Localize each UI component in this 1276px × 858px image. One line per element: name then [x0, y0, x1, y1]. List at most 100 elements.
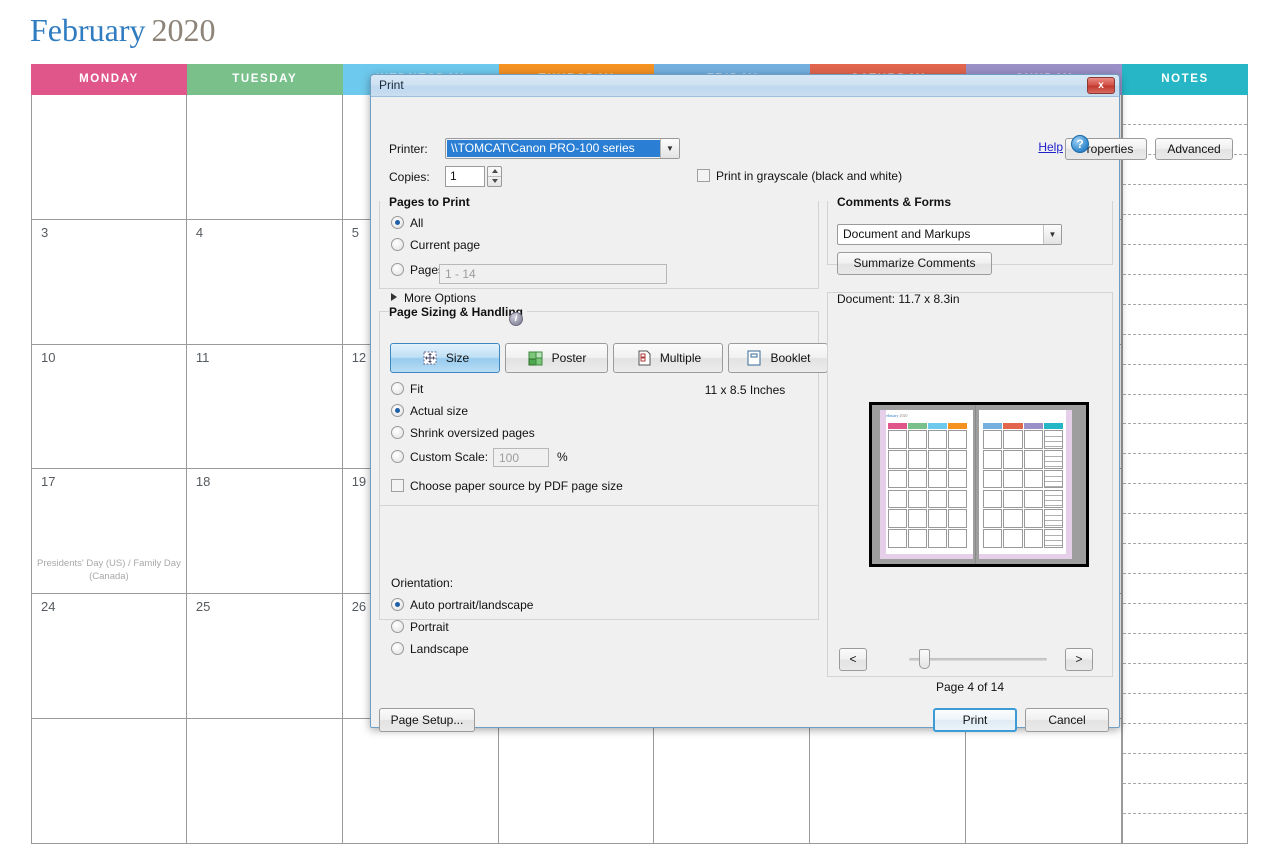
- grayscale-checkbox[interactable]: [697, 169, 710, 182]
- paper-source-checkbox-row[interactable]: Choose paper source by PDF page size: [391, 479, 623, 493]
- page-setup-button[interactable]: Page Setup...: [379, 708, 475, 732]
- calendar-day-cell[interactable]: 11: [186, 344, 343, 470]
- calendar-day-cell[interactable]: 4: [186, 219, 343, 345]
- chevron-down-icon[interactable]: ▼: [660, 139, 679, 158]
- radio-portrait[interactable]: [391, 620, 404, 633]
- notes-line[interactable]: [1123, 305, 1247, 335]
- calendar-day-cell[interactable]: 17 Presidents' Day (US) / Family Day (Can…: [31, 469, 187, 595]
- radio-landscape[interactable]: [391, 642, 404, 655]
- notes-line[interactable]: [1123, 784, 1247, 814]
- preview-day-cell: [983, 469, 1003, 489]
- calendar-day-cell[interactable]: [186, 719, 343, 844]
- calendar-day-cell[interactable]: [498, 719, 655, 844]
- calendar-day-cell[interactable]: [966, 719, 1122, 844]
- printer-select[interactable]: \\TOMCAT\Canon PRO-100 series ▼: [445, 138, 680, 159]
- notes-line[interactable]: [1123, 424, 1247, 455]
- calendar-day-cell[interactable]: [654, 719, 811, 844]
- poster-button[interactable]: Poster: [505, 343, 608, 373]
- orientation-option-portrait[interactable]: Portrait: [391, 620, 449, 634]
- notes-line[interactable]: [1123, 275, 1247, 305]
- calendar-day-cell[interactable]: 18: [186, 469, 343, 595]
- notes-lines[interactable]: [1122, 95, 1248, 844]
- calendar-day-cell[interactable]: 10: [31, 344, 187, 470]
- help-icon[interactable]: ?: [1071, 135, 1089, 153]
- booklet-icon: [745, 349, 763, 367]
- notes-line[interactable]: [1123, 454, 1247, 485]
- notes-line[interactable]: [1123, 514, 1247, 545]
- calendar-day-cell[interactable]: [810, 719, 967, 844]
- preview-prev-button[interactable]: <: [839, 648, 867, 671]
- notes-line[interactable]: [1123, 664, 1247, 695]
- calendar-day-cell[interactable]: 24: [31, 594, 187, 720]
- copies-stepper[interactable]: [487, 166, 502, 187]
- comments-forms-select[interactable]: Document and Markups ▼: [837, 224, 1062, 245]
- preview-next-button[interactable]: >: [1065, 648, 1093, 671]
- more-options-toggle[interactable]: More Options: [391, 291, 476, 305]
- notes-line[interactable]: [1123, 814, 1247, 843]
- preview-notes-line: [1044, 515, 1062, 517]
- preview-day-cell: [928, 509, 947, 529]
- notes-line[interactable]: [1123, 754, 1247, 784]
- notes-line[interactable]: [1123, 484, 1247, 515]
- pages-option-pages[interactable]: Pages: [391, 263, 444, 277]
- grayscale-checkbox-row[interactable]: Print in grayscale (black and white): [697, 169, 902, 183]
- notes-line[interactable]: [1123, 724, 1247, 754]
- sizing-option-actual-size[interactable]: Actual size: [391, 404, 468, 418]
- pages-option-current[interactable]: Current page: [391, 238, 480, 252]
- summarize-comments-button[interactable]: Summarize Comments: [837, 252, 992, 275]
- radio-pages[interactable]: [391, 263, 404, 276]
- preview-day-cell: [888, 469, 907, 489]
- calendar-day-cell[interactable]: 25: [186, 594, 343, 720]
- calendar-day-cell[interactable]: [342, 719, 499, 844]
- notes-line[interactable]: [1123, 335, 1247, 365]
- orientation-option-auto[interactable]: Auto portrait/landscape: [391, 598, 533, 612]
- pages-range-input[interactable]: 1 - 14: [439, 264, 667, 284]
- calendar-day-cell[interactable]: [31, 719, 187, 844]
- copies-input[interactable]: 1: [445, 166, 485, 187]
- advanced-button[interactable]: Advanced: [1155, 138, 1233, 160]
- radio-shrink-oversized[interactable]: [391, 426, 404, 439]
- radio-actual-size[interactable]: [391, 404, 404, 417]
- info-icon[interactable]: i: [509, 312, 523, 326]
- radio-custom-scale[interactable]: [391, 450, 404, 463]
- sizing-option-shrink[interactable]: Shrink oversized pages: [391, 426, 535, 440]
- preview-day-cell: [1043, 509, 1063, 529]
- radio-current-page[interactable]: [391, 238, 404, 251]
- paper-source-checkbox[interactable]: [391, 479, 404, 492]
- notes-line[interactable]: [1123, 395, 1247, 425]
- preview-day-cell: [1043, 449, 1063, 469]
- notes-line[interactable]: [1123, 634, 1247, 665]
- print-preview-thumbnail[interactable]: February 2020: [869, 402, 1089, 567]
- chevron-down-icon[interactable]: ▼: [1043, 225, 1061, 244]
- cancel-button[interactable]: Cancel: [1025, 708, 1109, 732]
- notes-line[interactable]: [1123, 574, 1247, 605]
- close-icon[interactable]: x: [1087, 77, 1115, 94]
- calendar-day-cell[interactable]: 3: [31, 219, 187, 345]
- orientation-option-landscape[interactable]: Landscape: [391, 642, 469, 656]
- booklet-button[interactable]: Booklet: [728, 343, 828, 373]
- calendar-day-cell[interactable]: [186, 95, 343, 220]
- notes-line[interactable]: [1123, 694, 1247, 725]
- notes-line[interactable]: [1123, 215, 1247, 245]
- help-link[interactable]: Help: [1038, 140, 1063, 154]
- notes-line[interactable]: [1123, 604, 1247, 635]
- stepper-up-icon[interactable]: [488, 167, 501, 177]
- notes-line[interactable]: [1123, 95, 1247, 125]
- radio-all[interactable]: [391, 216, 404, 229]
- dialog-titlebar[interactable]: Print x: [371, 75, 1119, 97]
- notes-line[interactable]: [1123, 544, 1247, 575]
- preview-page-slider-thumb[interactable]: [919, 649, 930, 669]
- stepper-down-icon[interactable]: [488, 177, 501, 187]
- print-button[interactable]: Print: [933, 708, 1017, 732]
- sizing-option-custom-scale[interactable]: Custom Scale:: [391, 450, 488, 464]
- preview-day-cell: [928, 449, 947, 469]
- size-button[interactable]: Size: [390, 343, 500, 373]
- pages-option-all[interactable]: All: [391, 216, 423, 230]
- radio-auto-orientation[interactable]: [391, 598, 404, 611]
- custom-scale-input[interactable]: 100: [493, 448, 549, 467]
- notes-line[interactable]: [1123, 245, 1247, 275]
- multiple-button[interactable]: Multiple: [613, 343, 723, 373]
- notes-line[interactable]: [1123, 185, 1247, 215]
- calendar-day-cell[interactable]: [31, 95, 187, 220]
- notes-line[interactable]: [1123, 365, 1247, 395]
